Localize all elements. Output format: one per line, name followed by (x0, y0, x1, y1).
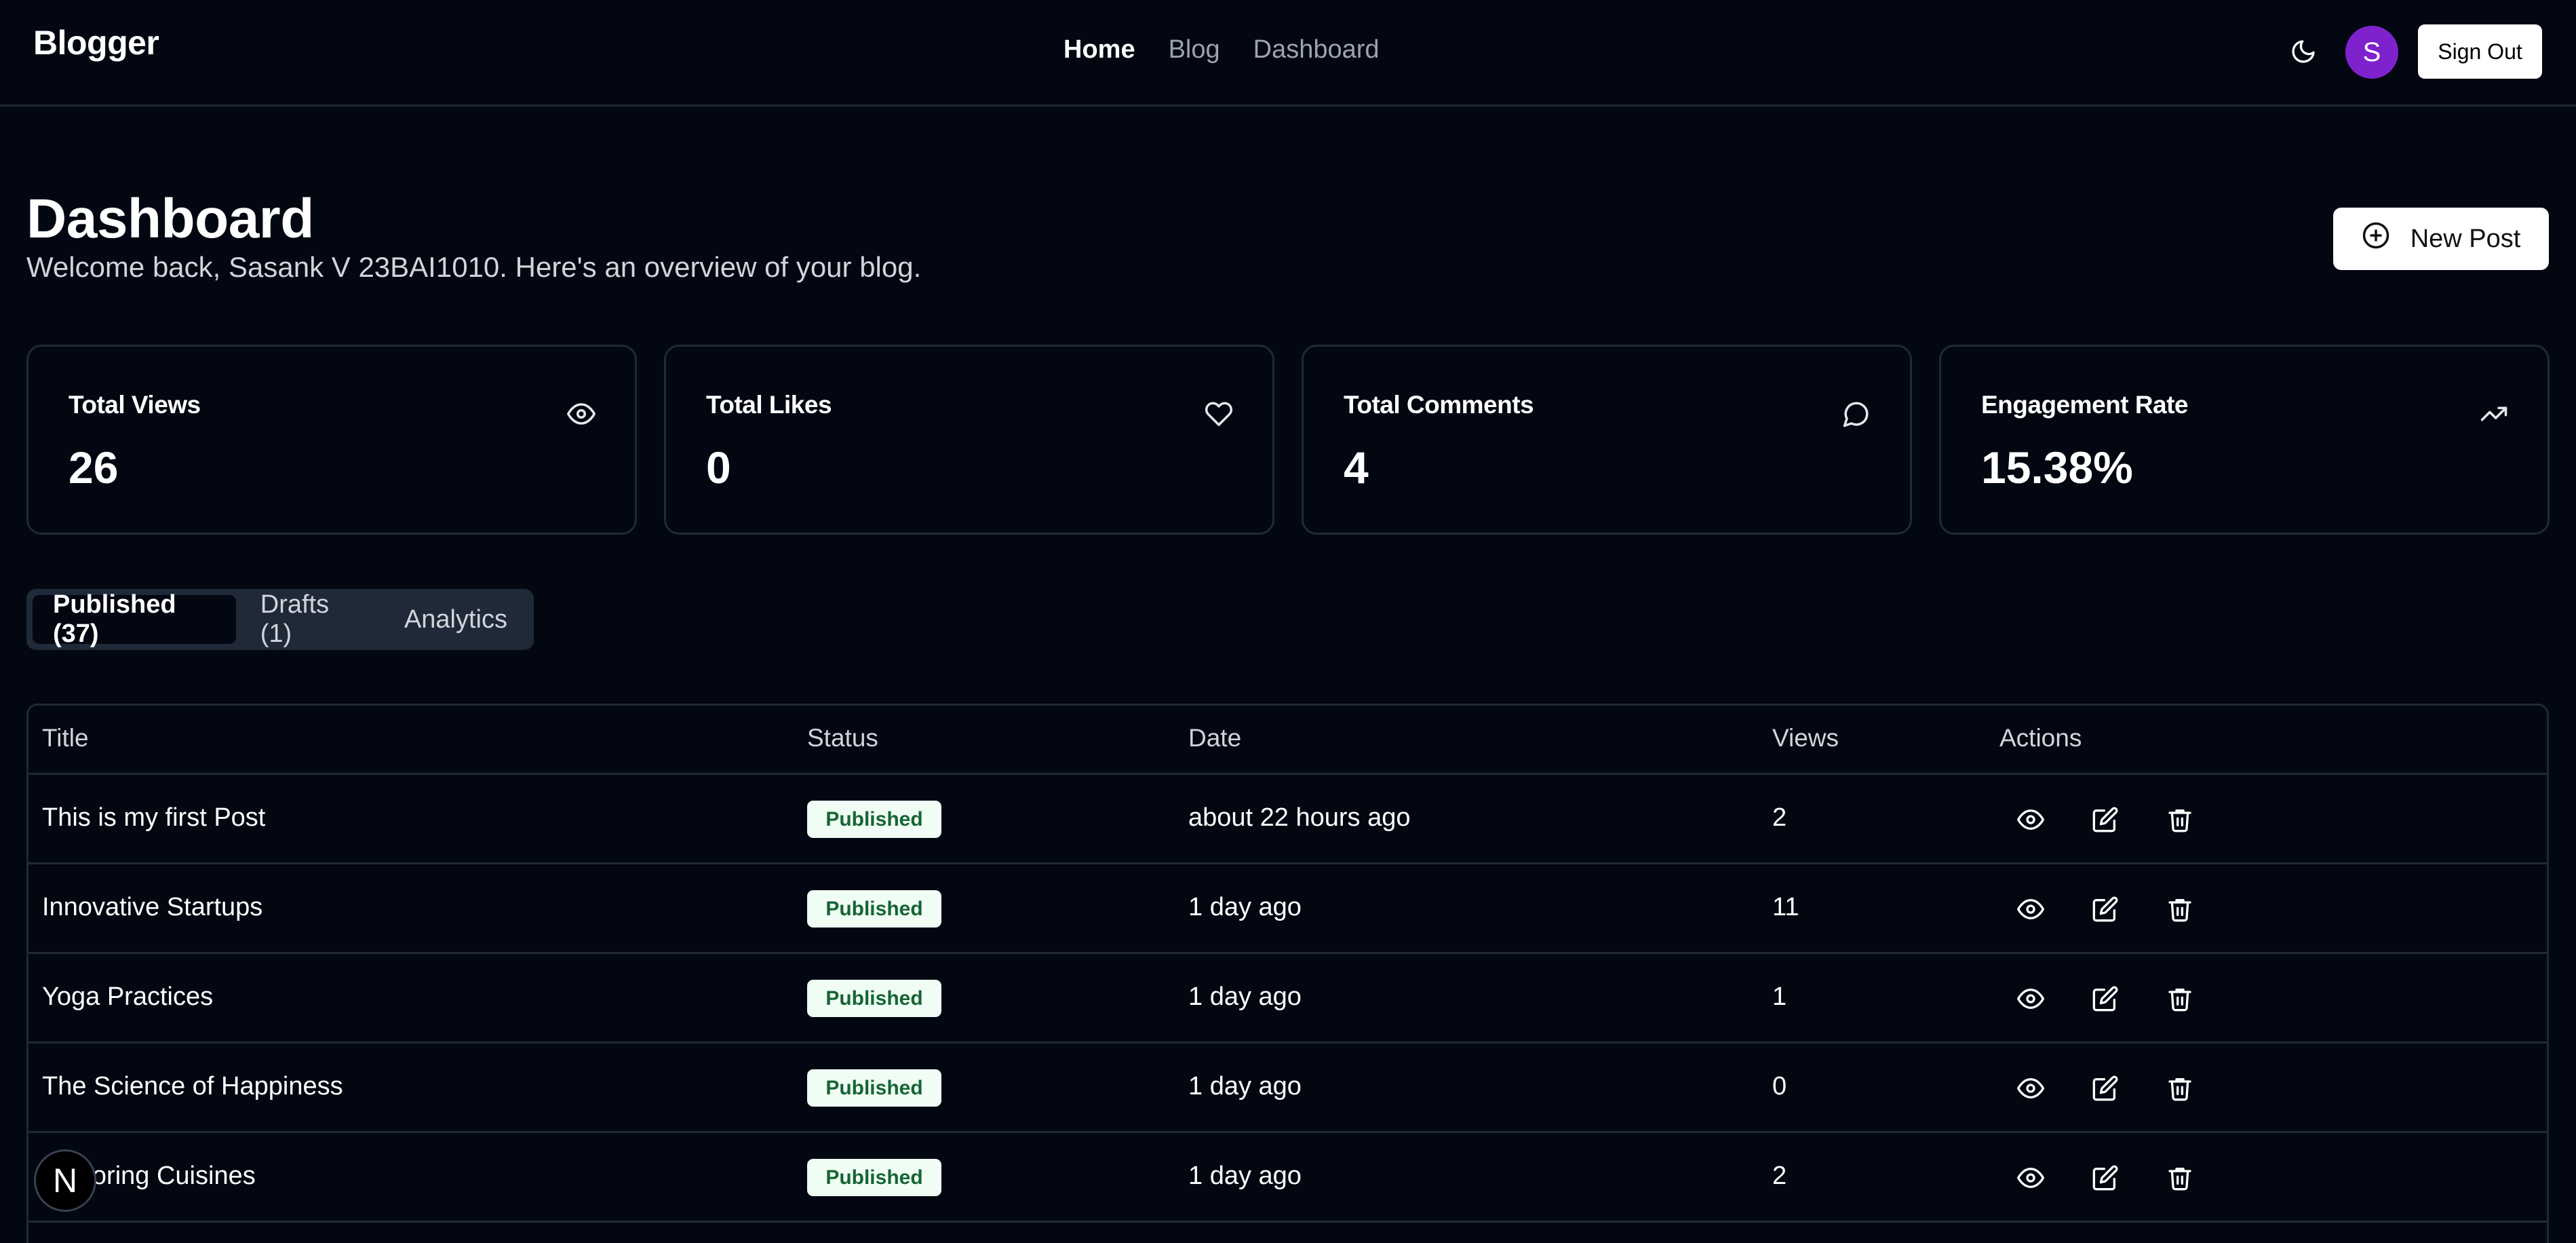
post-date: about 22 hours ago (1188, 803, 1411, 832)
comment-icon (1841, 398, 1872, 429)
post-views: 2 (1772, 803, 1787, 832)
eye-icon[interactable] (2013, 981, 2048, 1016)
page-title: Dashboard (26, 188, 314, 250)
col-actions: Actions (1999, 724, 2082, 752)
table-row: This is my first Post Published about 22… (28, 775, 2547, 864)
nav-dashboard[interactable]: Dashboard (1253, 35, 1380, 64)
status-badge: Published (807, 1159, 941, 1196)
edit-icon[interactable] (2088, 981, 2123, 1016)
stat-label: Engagement Rate (1981, 391, 2189, 419)
stat-value: 15.38% (1981, 442, 2133, 493)
tab-drafts[interactable]: Drafts (1) (240, 590, 380, 648)
trending-up-icon (2478, 398, 2510, 429)
table-row: The Science of Happiness Published 1 day… (28, 1044, 2547, 1133)
main-nav: Home Blog Dashboard (1063, 35, 1380, 64)
posts-table: Title Status Date Views Actions This is … (26, 704, 2549, 1243)
nextjs-dev-badge[interactable]: N (34, 1149, 96, 1212)
heart-icon (1203, 398, 1234, 429)
post-views: 11 (1772, 893, 1799, 921)
top-navbar: Blogger Home Blog Dashboard S Sign Out (0, 0, 2576, 107)
stat-card-total-views: Total Views 26 (26, 345, 637, 535)
stat-value: 4 (1344, 442, 1369, 493)
eye-icon[interactable] (2013, 1071, 2048, 1106)
eye-icon[interactable] (2013, 802, 2048, 837)
status-badge: Published (807, 980, 941, 1017)
page-subtitle: Welcome back, Sasank V 23BAI1010. Here's… (26, 251, 922, 283)
moon-icon[interactable] (2286, 34, 2321, 69)
trash-icon[interactable] (2162, 981, 2198, 1016)
post-views: 1 (1772, 982, 1787, 1011)
edit-icon[interactable] (2088, 892, 2123, 927)
post-date: 1 day ago (1188, 893, 1302, 921)
new-post-button[interactable]: New Post (2333, 208, 2549, 270)
col-title: Title (42, 724, 89, 752)
post-date: 1 day ago (1188, 1072, 1302, 1101)
new-post-label: New Post (2410, 224, 2521, 253)
col-date: Date (1188, 724, 1242, 752)
eye-icon[interactable] (2013, 1160, 2048, 1196)
edit-icon[interactable] (2088, 1160, 2123, 1196)
trash-icon[interactable] (2162, 1160, 2198, 1196)
tab-analytics[interactable]: Analytics (384, 595, 528, 644)
sign-out-button[interactable]: Sign Out (2418, 24, 2542, 79)
trash-icon[interactable] (2162, 1071, 2198, 1106)
table-row: Exploring Cuisines Published 1 day ago 2 (28, 1133, 2547, 1223)
nav-blog[interactable]: Blog (1169, 35, 1220, 64)
col-views: Views (1772, 724, 1839, 752)
status-badge: Published (807, 1069, 941, 1107)
stat-label: Total Likes (706, 391, 832, 419)
brand-logo[interactable]: Blogger (33, 23, 159, 62)
plus-circle-icon (2362, 221, 2390, 256)
post-title[interactable]: This is my first Post (42, 803, 265, 833)
stat-card-total-likes: Total Likes 0 (664, 345, 1274, 535)
status-badge: Published (807, 890, 941, 928)
table-row: Yoga Practices Published 1 day ago 1 (28, 954, 2547, 1044)
edit-icon[interactable] (2088, 802, 2123, 837)
eye-icon[interactable] (2013, 892, 2048, 927)
post-title[interactable]: Yoga Practices (42, 982, 213, 1012)
stat-card-total-comments: Total Comments 4 (1302, 345, 1912, 535)
col-status: Status (807, 724, 878, 752)
trash-icon[interactable] (2162, 892, 2198, 927)
eye-icon (566, 398, 597, 429)
edit-icon[interactable] (2088, 1071, 2123, 1106)
stat-label: Total Views (69, 391, 201, 419)
stat-label: Total Comments (1344, 391, 1534, 419)
post-date: 1 day ago (1188, 982, 1302, 1011)
tab-published[interactable]: Published (37) (33, 590, 236, 648)
post-tabs: Published (37) Drafts (1) Analytics (26, 589, 534, 650)
post-views: 2 (1772, 1162, 1787, 1190)
post-date: 1 day ago (1188, 1162, 1302, 1190)
stat-card-engagement-rate: Engagement Rate 15.38% (1939, 345, 2550, 535)
status-badge: Published (807, 801, 941, 838)
table-header: Title Status Date Views Actions (28, 706, 2547, 775)
post-title[interactable]: The Science of Happiness (42, 1072, 343, 1101)
stat-value: 0 (706, 442, 731, 493)
app-root: Blogger Home Blog Dashboard S Sign Out D… (0, 0, 2576, 1243)
post-views: 0 (1772, 1072, 1787, 1101)
avatar[interactable]: S (2345, 26, 2398, 79)
table-row: Innovative Startups Published 1 day ago … (28, 864, 2547, 954)
nav-home[interactable]: Home (1063, 35, 1135, 64)
post-title[interactable]: Innovative Startups (42, 893, 262, 922)
trash-icon[interactable] (2162, 802, 2198, 837)
stat-value: 26 (69, 442, 119, 493)
